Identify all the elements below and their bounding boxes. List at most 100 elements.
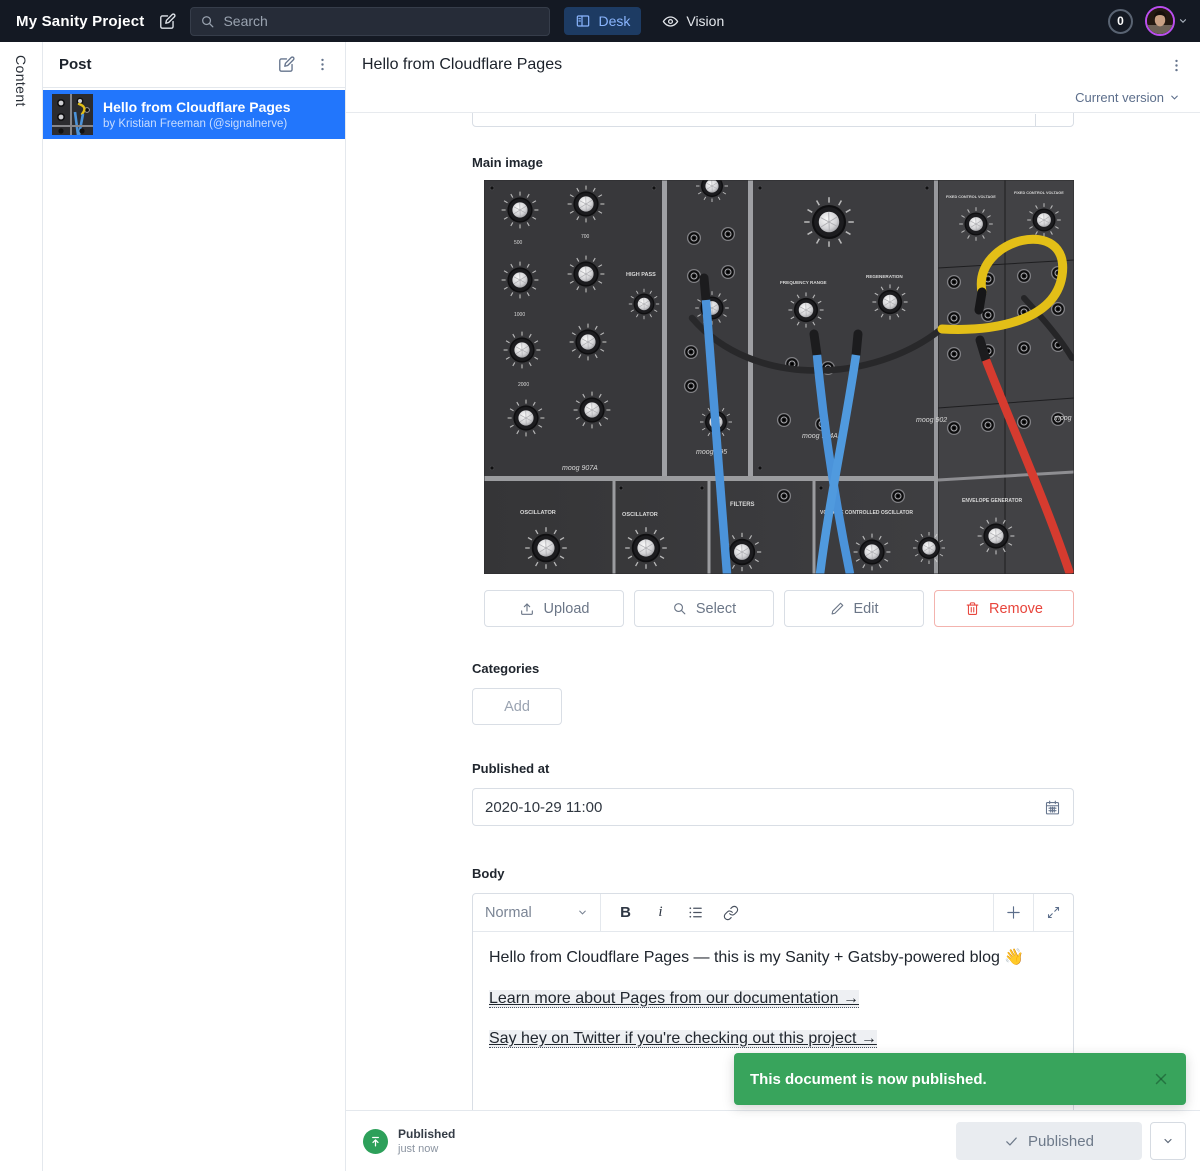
toast-message: This document is now published. [750,1071,1152,1088]
svg-text:FREQUENCY RANGE: FREQUENCY RANGE [780,280,827,285]
tab-vision[interactable]: Vision [651,7,735,36]
user-menu-button[interactable] [1145,6,1188,36]
select-label: Select [696,601,736,617]
presence-count: 0 [1117,14,1124,28]
document-header: Hello from Cloudflare Pages Current vers… [346,42,1200,113]
document-menu-button[interactable] [1166,55,1187,76]
app-body: Content Post Hello from Cloudflare Pages [0,42,1200,1171]
tool-rail-content-tab[interactable]: Content [13,55,29,1171]
svg-text:OSCILLATOR: OSCILLATOR [520,510,556,516]
svg-text:moog 995: moog 995 [696,449,727,456]
published-at-input[interactable] [485,799,1044,816]
desk-icon [575,13,591,29]
new-post-button[interactable] [275,53,298,76]
publish-status: Published just now [398,1127,455,1155]
svg-text:FIXED CONTROL VOLTAGE: FIXED CONTROL VOLTAGE [946,195,996,199]
svg-text:moog 907A: moog 907A [562,465,598,472]
svg-text:700: 700 [581,234,590,240]
document-pane: Hello from Cloudflare Pages Current vers… [346,42,1200,1171]
bullet-list-button[interactable] [679,899,712,927]
remove-button[interactable]: Remove [934,590,1074,627]
upload-button[interactable]: Upload [484,590,624,627]
check-icon [1004,1134,1019,1149]
edit-label: Edit [854,601,879,617]
body-label: Body [472,866,1074,881]
main-image-photo[interactable]: 500 700 1000 2000 HIGH PASS [484,180,1074,574]
bold-button[interactable]: B [609,899,642,927]
post-item-subtitle: by Kristian Freeman (@signalnerve) [103,118,290,130]
close-icon[interactable] [1152,1070,1170,1088]
published-at-field [472,788,1074,826]
tab-desk-label: Desk [598,13,630,29]
tab-vision-label: Vision [686,13,724,29]
chevron-down-icon [1178,16,1188,26]
body-link-twitter[interactable]: Say hey on Twitter if you're checking ou… [489,1030,877,1048]
block-style-select[interactable]: Normal [473,894,601,931]
published-button[interactable]: Published [956,1122,1142,1160]
toast-notification: This document is now published. [734,1053,1186,1105]
body-link-documentation[interactable]: Learn more about Pages from our document… [489,990,859,1008]
post-item-text: Hello from Cloudflare Pages by Kristian … [103,99,290,130]
format-buttons: B i [601,894,993,931]
post-item-title: Hello from Cloudflare Pages [103,99,290,117]
presence-count-badge[interactable]: 0 [1108,9,1133,34]
published-button-label: Published [1028,1133,1094,1150]
image-actions: Upload Select Edit [484,590,1074,627]
svg-text:1000: 1000 [514,312,525,318]
svg-text:moog 902: moog 902 [916,417,947,424]
svg-text:2000: 2000 [518,382,529,388]
svg-text:HIGH PASS: HIGH PASS [626,272,656,278]
post-list-item-selected[interactable]: Hello from Cloudflare Pages by Kristian … [43,90,345,139]
editor-toolbar: Normal B i [473,894,1073,932]
svg-text:OSCILLATOR: OSCILLATOR [622,512,658,518]
post-thumbnail [52,94,93,135]
dots-vertical-icon [314,56,331,73]
chevron-down-icon [1169,92,1180,103]
publish-menu-button[interactable] [1150,1122,1186,1160]
body-paragraph: Hello from Cloudflare Pages — this is my… [489,947,1057,969]
svg-text:ENVELOPE GENERATOR: ENVELOPE GENERATOR [962,498,1022,504]
select-button[interactable]: Select [634,590,774,627]
svg-text:REGENERATION: REGENERATION [866,274,903,279]
tab-desk[interactable]: Desk [564,7,641,35]
expand-editor-button[interactable] [1033,894,1073,931]
dots-vertical-icon [1168,57,1185,74]
publish-status-time: just now [398,1143,455,1155]
link-button[interactable] [714,899,747,927]
search-bar [190,7,550,36]
publish-status-title: Published [398,1127,455,1141]
search-input[interactable] [223,13,540,29]
version-label: Current version [1075,90,1164,105]
svg-text:FILTERS: FILTERS [730,502,755,508]
eye-icon [662,13,679,30]
search-icon [200,14,215,29]
compose-button[interactable] [158,12,177,31]
avatar [1145,6,1175,36]
post-list-pane: Post Hello from Cloudflare Pages by Kris… [43,42,346,1171]
published-at-label: Published at [472,761,1074,776]
add-category-button[interactable]: Add [472,688,562,725]
document-title: Hello from Cloudflare Pages [362,56,1166,74]
svg-text:moog: moog [1054,415,1072,422]
chevron-down-icon [1162,1135,1174,1147]
document-footer: Published just now Published [346,1110,1200,1171]
cut-off-input-divider [1035,114,1036,126]
insert-block-button[interactable] [993,894,1033,931]
svg-text:FIXED CONTROL VOLTAGE: FIXED CONTROL VOLTAGE [1014,191,1064,195]
publish-icon [363,1129,388,1154]
link-icon [723,905,739,921]
calendar-icon[interactable] [1044,799,1061,816]
main-image-label: Main image [472,155,1074,170]
italic-button[interactable]: i [644,899,677,927]
svg-text:500: 500 [514,240,523,246]
chevron-down-icon [577,907,588,918]
post-list-header: Post [43,42,345,88]
version-selector[interactable]: Current version [346,88,1200,112]
search-icon [672,601,687,616]
project-title: My Sanity Project [16,13,144,30]
cut-off-input[interactable] [472,113,1074,127]
edit-button[interactable]: Edit [784,590,924,627]
document-scroll-area[interactable]: Main image [346,113,1200,1110]
post-list-menu-button[interactable] [312,54,333,75]
compose-icon [158,12,177,31]
